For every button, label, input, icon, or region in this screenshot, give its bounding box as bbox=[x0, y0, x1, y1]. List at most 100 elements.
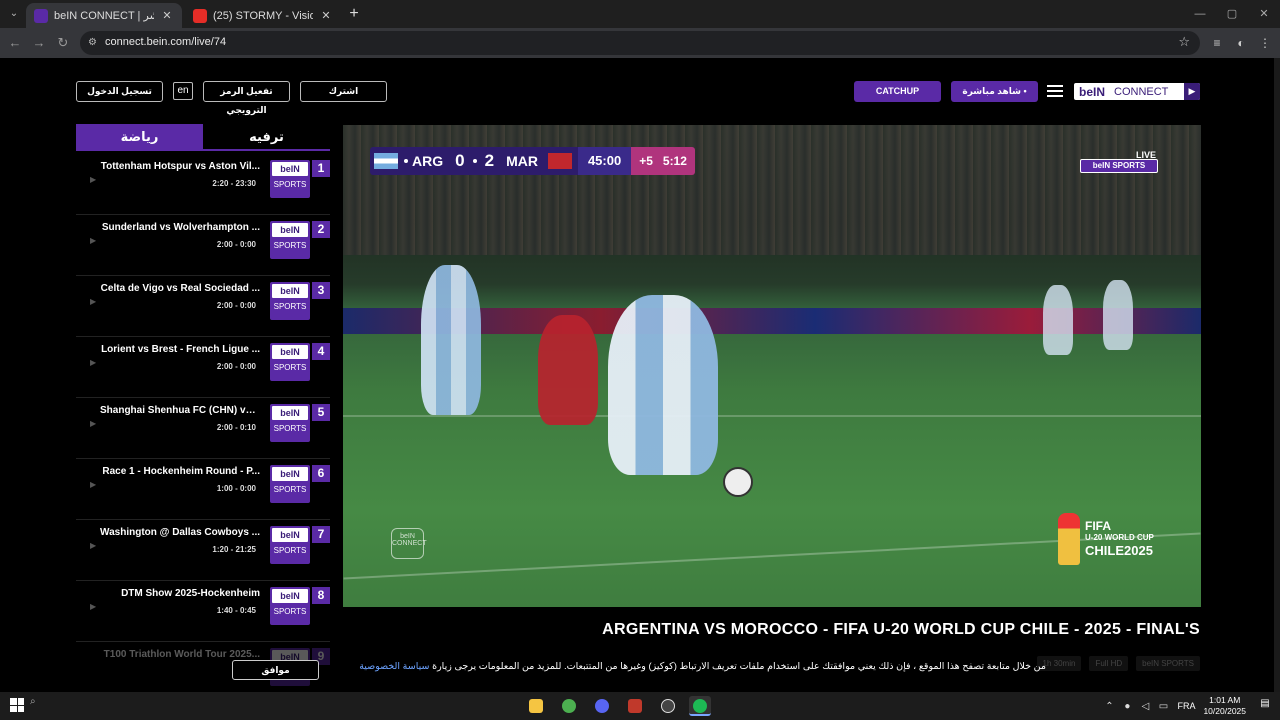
catchup-button[interactable]: CATCHUP bbox=[854, 81, 941, 102]
speaker-icon[interactable]: ◁ bbox=[1137, 701, 1153, 712]
discord-icon[interactable] bbox=[591, 696, 613, 716]
play-icon: ▶ bbox=[90, 358, 97, 367]
language-toggle[interactable]: en bbox=[173, 82, 193, 100]
video-app-icon[interactable] bbox=[624, 696, 646, 716]
chrome-icon[interactable] bbox=[558, 696, 580, 716]
program-time: 1:40 - 0:45 bbox=[216, 606, 256, 615]
watch-live-label: شاهد مباشرة bbox=[962, 86, 1021, 96]
login-button[interactable]: تسجيل الدخول bbox=[76, 81, 163, 102]
system-tray: ⌃ ● ◁ ▭ FRA 1:01 AM 10/20/2025 ▤ bbox=[1101, 692, 1280, 720]
list-item[interactable]: DTM Show 2025-Hockenheim 1:40 - 0:45 ▶ b… bbox=[76, 582, 330, 642]
channel-logo: beIN SPORTS bbox=[270, 343, 310, 381]
channel-logo-bottom: SPORTS bbox=[273, 424, 307, 433]
site-info-icon[interactable]: ⚙ bbox=[88, 37, 100, 49]
program-title: Lorient vs Brest - French Ligue ... bbox=[101, 344, 260, 355]
channel-logo-top: beIN bbox=[272, 345, 308, 359]
added-minutes: +5 bbox=[639, 154, 653, 168]
watermark-bottom: CONNECT bbox=[392, 540, 427, 547]
list-item[interactable]: Sunderland vs Wolverhampton ... 2:00 - 0… bbox=[76, 216, 330, 276]
bookmark-star-icon[interactable]: ☆ bbox=[1178, 34, 1190, 50]
tab-list-chevron-icon[interactable]: ⌄ bbox=[6, 6, 22, 22]
tab-entertainment[interactable]: ترفيه bbox=[203, 124, 330, 149]
windows-start-icon[interactable] bbox=[10, 698, 24, 712]
forward-arrow-icon[interactable]: → bbox=[30, 34, 48, 52]
minimize-icon[interactable]: — bbox=[1184, 0, 1216, 28]
channel-logo-top: beIN bbox=[272, 406, 308, 420]
obs-icon[interactable] bbox=[657, 696, 679, 716]
channel-logo: beIN SPORTS bbox=[270, 587, 310, 625]
new-tab-plus-icon[interactable]: + bbox=[345, 5, 363, 23]
microphone-icon[interactable]: ● bbox=[1119, 701, 1135, 712]
page-scrollbar[interactable] bbox=[1274, 58, 1280, 692]
privacy-policy-link[interactable]: سياسة الخصوصية bbox=[359, 661, 429, 672]
live-badge: LIVE beIN SPORTS bbox=[1078, 150, 1158, 174]
file-explorer-icon[interactable] bbox=[525, 696, 547, 716]
away-team: MAR bbox=[506, 153, 538, 169]
maximize-icon[interactable]: ▢ bbox=[1216, 0, 1248, 28]
channel-number: 6 bbox=[312, 465, 330, 482]
world-cup-logo: FIFA U-20 WORLD CUP CHILE2025 bbox=[1058, 513, 1178, 565]
cookie-agree-button[interactable]: موافق bbox=[232, 660, 319, 680]
list-item[interactable]: Lorient vs Brest - French Ligue ... 2:00… bbox=[76, 338, 330, 398]
channel-number: 2 bbox=[312, 221, 330, 238]
dot-icon bbox=[404, 159, 408, 163]
logo-bein-text: beIN bbox=[1079, 84, 1106, 99]
channel-number: 1 bbox=[312, 160, 330, 177]
tab-youtube[interactable]: (25) STORMY - Vision ( EXCLUS... ✕ bbox=[185, 3, 341, 28]
chevron-up-icon[interactable]: ⌃ bbox=[1101, 701, 1117, 712]
program-list: Tottenham Hotspur vs Aston Vil... 2:20 -… bbox=[76, 155, 330, 692]
tab-sports[interactable]: رياضة bbox=[76, 124, 203, 149]
channel-number: 7 bbox=[312, 526, 330, 543]
play-icon: ▶ bbox=[90, 541, 97, 550]
wc-line3: CHILE2025 bbox=[1085, 543, 1153, 558]
menu-hamburger-icon[interactable] bbox=[1047, 85, 1063, 99]
bein-favicon-icon bbox=[34, 8, 48, 23]
list-item[interactable]: Washington @ Dallas Cowboys ... 1:20 - 2… bbox=[76, 521, 330, 581]
watch-live-button[interactable]: شاهد مباشرة • bbox=[951, 81, 1038, 102]
window-close-icon[interactable]: ✕ bbox=[1248, 0, 1280, 28]
channel-logo: beIN SPORTS bbox=[270, 160, 310, 198]
list-item[interactable]: Celta de Vigo vs Real Sociedad ... 2:00 … bbox=[76, 277, 330, 337]
bein-connect-logo[interactable]: beIN CONNECT ▶ bbox=[1074, 83, 1200, 100]
taskbar-search-icon[interactable]: ⌕ bbox=[30, 696, 36, 707]
taskbar-clock[interactable]: 1:01 AM 10/20/2025 bbox=[1203, 695, 1246, 717]
notification-icon[interactable]: ▤ bbox=[1256, 698, 1274, 714]
category-tabs: رياضة ترفيه bbox=[76, 124, 330, 151]
added-clock: 5:12 bbox=[662, 154, 687, 168]
close-icon[interactable]: ✕ bbox=[319, 9, 333, 22]
address-input[interactable]: ⚙ connect.bein.com/live/74 ☆ bbox=[80, 31, 1200, 55]
spotify-icon[interactable] bbox=[689, 696, 711, 716]
reload-icon[interactable]: ↻ bbox=[54, 34, 72, 52]
channel-logo-bottom: SPORTS bbox=[273, 180, 307, 189]
menu-dots-icon[interactable]: ⋮ bbox=[1257, 35, 1273, 51]
channel-logo-top: beIN bbox=[272, 467, 308, 481]
meta-tag: beIN SPORTS bbox=[1136, 656, 1200, 671]
close-icon[interactable]: ✕ bbox=[160, 9, 174, 22]
dot-icon bbox=[472, 159, 477, 163]
cookie-notice: من خلال متابعة تصفح هذا الموقع ، فإن ذلك… bbox=[359, 661, 1046, 672]
input-language[interactable]: FRA bbox=[1177, 701, 1195, 711]
promo-code-button[interactable]: تفعيل الرمز الترويجي bbox=[203, 81, 290, 115]
subscribe-button[interactable]: اشترك bbox=[300, 81, 387, 102]
list-item[interactable]: Tottenham Hotspur vs Aston Vil... 2:20 -… bbox=[76, 155, 330, 215]
tab-title: (25) STORMY - Vision ( EXCLUS... bbox=[213, 9, 313, 22]
channel-logo: beIN SPORTS bbox=[270, 282, 310, 320]
tab-bein-connect[interactable]: beIN CONNECT | البث المباشر | U... ✕ bbox=[26, 3, 182, 28]
channel-number: 5 bbox=[312, 404, 330, 421]
list-item[interactable]: Race 1 - Hockenheim Round - P... 1:00 - … bbox=[76, 460, 330, 520]
channel-logo-top: beIN bbox=[272, 223, 308, 237]
channel-logo-top: beIN bbox=[272, 284, 308, 298]
battery-icon[interactable]: ▭ bbox=[1155, 701, 1171, 712]
window-controls: — ▢ ✕ bbox=[1184, 0, 1280, 28]
browser-tabbar: ⌄ beIN CONNECT | البث المباشر | U... ✕ (… bbox=[0, 0, 1280, 28]
video-player[interactable]: ARG 0 2 MAR 45:00 +5 5:12 LIVE beIN SPORT… bbox=[343, 125, 1201, 607]
program-title: Shanghai Shenhua FC (CHN) vs ... bbox=[100, 405, 260, 416]
list-item[interactable]: Shanghai Shenhua FC (CHN) vs ... 2:00 - … bbox=[76, 399, 330, 459]
extension-icon[interactable]: ◐ bbox=[1233, 35, 1249, 51]
play-icon: ▶ bbox=[90, 297, 97, 306]
back-arrow-icon[interactable]: ← bbox=[6, 34, 24, 52]
program-title: Washington @ Dallas Cowboys ... bbox=[100, 527, 260, 538]
stadium-stands bbox=[343, 125, 1201, 255]
program-title: Tottenham Hotspur vs Aston Vil... bbox=[100, 161, 260, 172]
cast-icon[interactable]: ≡ bbox=[1209, 35, 1225, 51]
